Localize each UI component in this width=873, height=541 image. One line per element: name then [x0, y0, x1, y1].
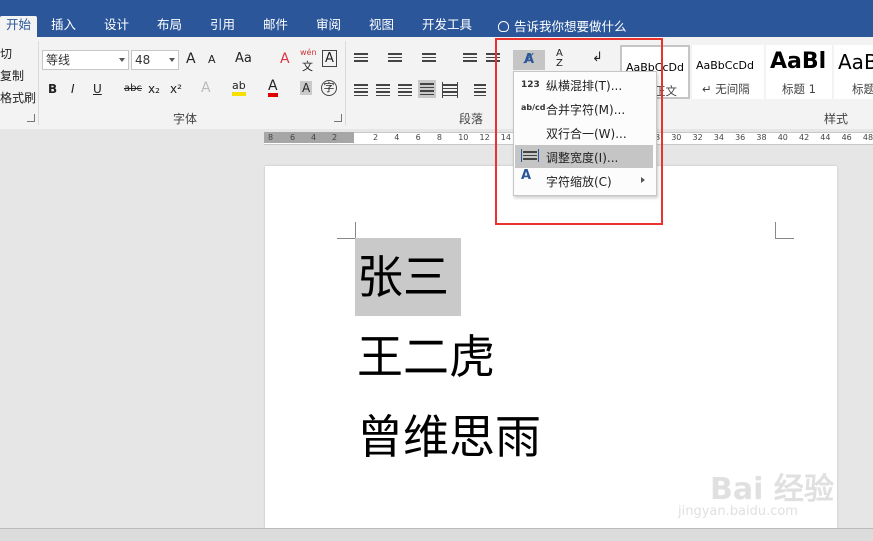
line-spacing-icon[interactable] — [474, 82, 486, 98]
numbering-icon[interactable] — [388, 51, 402, 64]
font-name-value: 等线 — [46, 53, 71, 67]
ruler-number: 6 — [290, 133, 296, 142]
ruler-number: 44 — [820, 133, 831, 142]
align-right-icon[interactable] — [398, 82, 412, 98]
ruler-number: 4 — [311, 133, 317, 142]
ruler-number: 12 — [479, 133, 490, 142]
text-effects-button[interactable]: A — [201, 80, 211, 96]
distribute-icon[interactable] — [442, 82, 458, 98]
style-no-spacing[interactable]: AaBbCcDd ↵ 无间隔 — [692, 45, 764, 99]
ruler-number: 2 — [373, 133, 379, 142]
grow-font-button[interactable]: A — [186, 51, 196, 67]
bullets-icon[interactable] — [354, 51, 368, 64]
decrease-indent-icon[interactable] — [463, 51, 477, 64]
tab-design[interactable]: 设计 — [104, 16, 129, 37]
ruler-number: 38 — [756, 133, 767, 142]
margin-mark — [337, 222, 356, 239]
style-sample: AaBl — [770, 49, 827, 74]
ruler-number: 30 — [671, 133, 682, 142]
style-heading-1[interactable]: AaBl 标题 1 — [766, 45, 832, 99]
ruler-number: 8 — [268, 133, 274, 142]
multilevel-list-icon[interactable] — [422, 51, 436, 64]
shrink-font-button[interactable]: A — [208, 53, 216, 66]
style-name: ↵ 无间隔 — [702, 82, 750, 96]
font-size-value: 48 — [135, 53, 151, 67]
align-left-icon[interactable] — [354, 82, 368, 98]
doc-line-1[interactable]: 张三 — [357, 254, 449, 300]
style-title[interactable]: AaB 标题 — [834, 45, 873, 99]
ribbon: 切 复制 格式刷 等线 48 A A Aa A wén 文 A B I U ab… — [0, 37, 873, 130]
tab-view[interactable]: 视图 — [369, 16, 394, 37]
font-launcher-icon[interactable] — [334, 114, 342, 122]
watermark-url: jingyan.baidu.com — [678, 504, 798, 519]
subscript-button[interactable]: x₂ — [148, 82, 160, 96]
annotation-box — [495, 38, 663, 225]
format-painter-button[interactable]: 格式刷 — [0, 89, 36, 106]
ruler-number: 46 — [841, 133, 852, 142]
style-name: 标题 1 — [782, 82, 816, 96]
chevron-down-icon[interactable] — [119, 58, 125, 62]
copy-button[interactable]: 复制 — [0, 67, 24, 84]
doc-line-3[interactable]: 曾维思雨 — [357, 414, 541, 460]
justify-icon[interactable] — [418, 80, 436, 98]
tab-mailings[interactable]: 邮件 — [263, 16, 288, 37]
underline-button[interactable]: U — [93, 82, 102, 96]
group-separator — [345, 41, 346, 125]
superscript-button[interactable]: x² — [170, 82, 182, 96]
tab-review[interactable]: 审阅 — [316, 16, 341, 37]
ruler-number: 42 — [799, 133, 810, 142]
tab-references[interactable]: 引用 — [210, 16, 235, 37]
clear-format-button[interactable]: A — [280, 51, 290, 67]
clipboard-launcher-icon[interactable] — [27, 114, 35, 122]
lightbulb-icon — [498, 21, 509, 32]
ruler-number: 10 — [458, 133, 469, 142]
watermark-text: Bai 经验 — [710, 472, 834, 507]
font-group-label: 字体 — [173, 112, 198, 126]
tell-me-search[interactable]: 告诉我你想要做什么 — [498, 16, 627, 35]
font-name-combo[interactable]: 等线 — [42, 50, 129, 70]
italic-button[interactable]: I — [71, 82, 75, 96]
style-sample: AaB — [838, 50, 873, 74]
ruler-number: 40 — [777, 133, 788, 142]
chevron-down-icon[interactable] — [169, 58, 175, 62]
ruler-number: 4 — [394, 133, 400, 142]
change-case-button[interactable]: Aa — [235, 51, 252, 66]
font-size-combo[interactable]: 48 — [131, 50, 179, 70]
pinyin-guide-top[interactable]: wén — [300, 48, 317, 57]
char-shading-button[interactable]: A — [300, 81, 313, 95]
ruler-number: 32 — [692, 133, 703, 142]
tell-me-text: 告诉我你想要做什么 — [514, 19, 627, 34]
ruler-number: 48 — [862, 133, 873, 142]
doc-line-2[interactable]: 王二虎 — [357, 334, 495, 380]
tab-layout[interactable]: 布局 — [157, 16, 182, 37]
ruler-number: 6 — [415, 133, 421, 142]
strikethrough-button[interactable]: abc — [124, 83, 142, 94]
styles-group-label: 样式 — [824, 112, 849, 126]
highlight-color-button[interactable]: ab — [232, 80, 246, 96]
align-center-icon[interactable] — [376, 82, 390, 98]
font-color-button[interactable]: A — [268, 79, 278, 97]
ruler-number: 36 — [735, 133, 746, 142]
paragraph-group-label: 段落 — [459, 112, 484, 126]
cut-button[interactable]: 切 — [0, 45, 12, 62]
enclose-chars-button[interactable]: 字 — [321, 80, 337, 96]
ruler-number: 34 — [713, 133, 724, 142]
bold-button[interactable]: B — [48, 82, 57, 96]
tab-insert[interactable]: 插入 — [51, 16, 76, 37]
margin-mark — [775, 222, 794, 239]
style-name: 标题 — [852, 82, 873, 96]
tab-developer[interactable]: 开发工具 — [422, 16, 472, 37]
status-strip — [0, 528, 873, 541]
ruler-margin — [264, 132, 354, 143]
style-sample: AaBbCcDd — [696, 59, 754, 72]
pinyin-guide-button[interactable]: 文 — [302, 58, 313, 74]
ruler-number: 2 — [332, 133, 338, 142]
tab-home[interactable]: 开始 — [0, 16, 38, 37]
char-border-button[interactable]: A — [322, 50, 337, 67]
group-separator — [38, 41, 39, 125]
baidu-watermark: Bai 经验 jingyan.baidu.com — [670, 446, 840, 524]
ruler-number: 8 — [436, 133, 442, 142]
ribbon-tab-bar: 开始 插入 设计 布局 引用 邮件 审阅 视图 开发工具 告诉我你想要做什么 — [0, 0, 873, 37]
